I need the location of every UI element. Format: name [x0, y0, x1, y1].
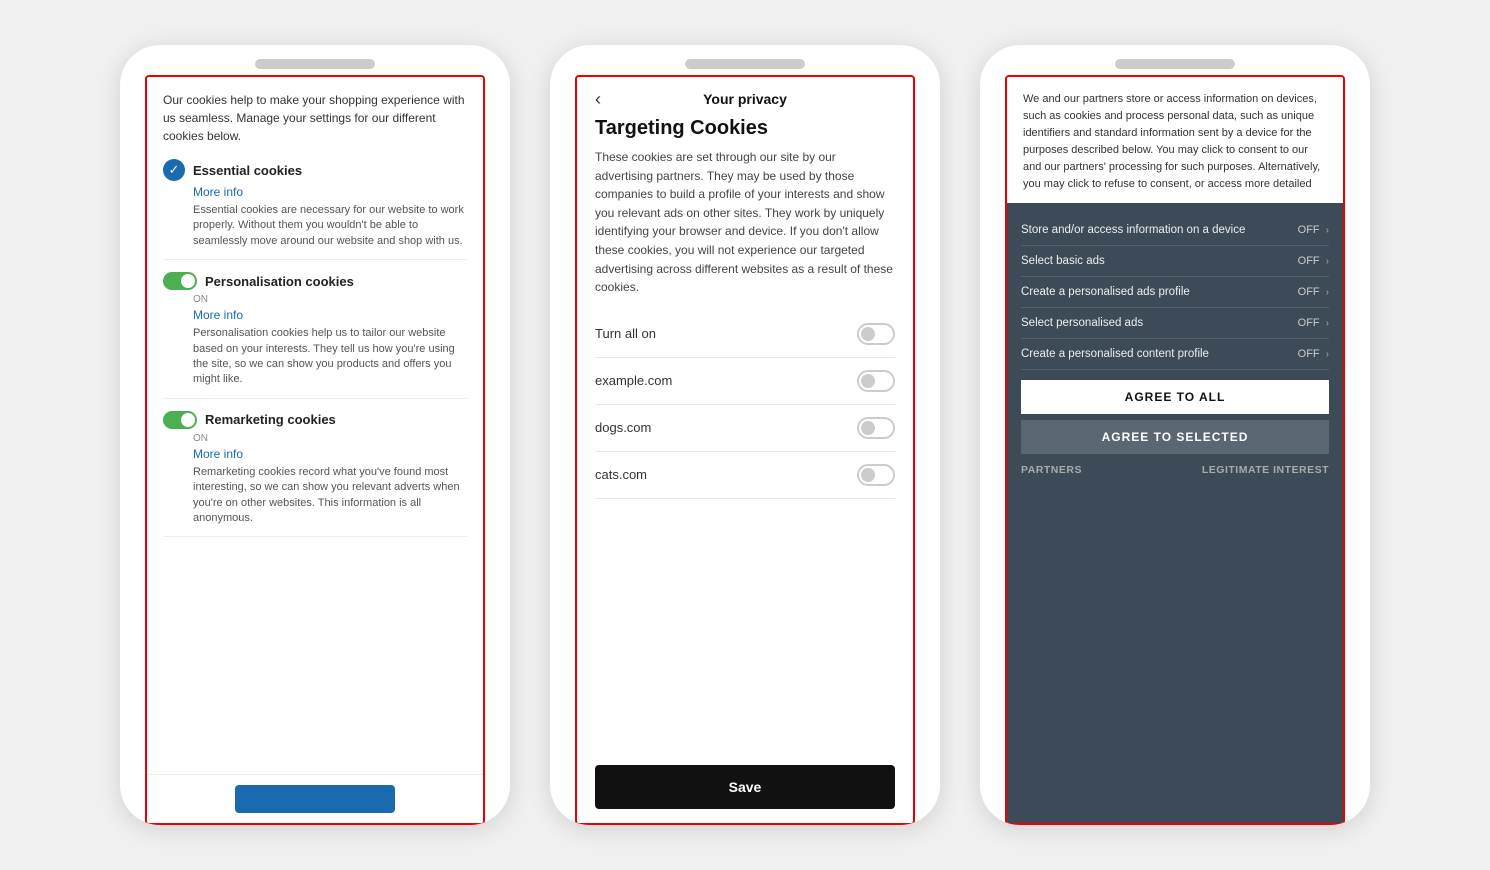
select-basic-ads-label: Select basic ads — [1021, 255, 1105, 267]
example-com-row: example.com — [595, 358, 895, 405]
targeting-cookies-desc: These cookies are set through our site b… — [595, 148, 895, 297]
phone-2: ‹ Your privacy Targeting Cookies These c… — [550, 45, 940, 825]
select-personalised-ads-label: Select personalised ads — [1021, 317, 1143, 329]
phone-notch-3 — [1115, 59, 1235, 69]
turn-all-on-label: Turn all on — [595, 326, 656, 341]
select-basic-ads-chevron-icon[interactable]: › — [1326, 256, 1329, 267]
personalisation-header: Personalisation cookies — [163, 272, 467, 290]
phone2-header: ‹ Your privacy — [595, 91, 895, 107]
select-basic-ads-right: OFF › — [1298, 255, 1329, 267]
store-access-right: OFF › — [1298, 224, 1329, 236]
targeting-cookies-title: Targeting Cookies — [595, 117, 895, 140]
essential-title: Essential cookies — [193, 163, 302, 178]
create-personalised-content-item: Create a personalised content profile OF… — [1021, 339, 1329, 370]
remarketing-more-info[interactable]: More info — [193, 447, 467, 461]
phone-1: Our cookies help to make your shopping e… — [120, 45, 510, 825]
cats-com-toggle[interactable] — [857, 464, 895, 486]
create-personalised-content-label: Create a personalised content profile — [1021, 348, 1209, 360]
cats-com-label: cats.com — [595, 467, 647, 482]
phone-notch-2 — [685, 59, 805, 69]
back-button[interactable]: ‹ — [595, 89, 601, 110]
select-personalised-ads-item: Select personalised ads OFF › — [1021, 308, 1329, 339]
agree-to-selected-button[interactable]: AGREE TO SELECTED — [1021, 420, 1329, 454]
create-personalised-content-chevron-icon[interactable]: › — [1326, 349, 1329, 360]
create-personalised-ads-label: Create a personalised ads profile — [1021, 286, 1190, 298]
personalisation-toggle[interactable] — [163, 272, 197, 290]
store-access-label: Store and/or access information on a dev… — [1021, 224, 1245, 236]
phone2-content: ‹ Your privacy Targeting Cookies These c… — [577, 77, 913, 823]
phone-screen-2: ‹ Your privacy Targeting Cookies These c… — [575, 75, 915, 825]
agree-to-all-button[interactable]: AGREE TO ALL — [1021, 380, 1329, 414]
dogs-com-label: dogs.com — [595, 420, 651, 435]
select-personalised-ads-right: OFF › — [1298, 317, 1329, 329]
create-personalised-ads-right: OFF › — [1298, 286, 1329, 298]
phone-3: We and our partners store or access info… — [980, 45, 1370, 825]
select-basic-ads-status: OFF — [1298, 255, 1320, 267]
phone3-intro-text: We and our partners store or access info… — [1023, 91, 1327, 193]
store-access-item: Store and/or access information on a dev… — [1021, 215, 1329, 246]
targeting-cookies-rows: Turn all on example.com dogs.com cats.co… — [595, 311, 895, 751]
phone-screen-3: We and our partners store or access info… — [1005, 75, 1345, 825]
dogs-com-toggle[interactable] — [857, 417, 895, 439]
save-button[interactable]: Save — [595, 765, 895, 809]
turn-all-on-toggle[interactable] — [857, 323, 895, 345]
example-com-toggle[interactable] — [857, 370, 895, 392]
select-personalised-ads-chevron-icon[interactable]: › — [1326, 318, 1329, 329]
cats-com-row: cats.com — [595, 452, 895, 499]
phone1-footer — [147, 774, 483, 823]
store-access-status: OFF — [1298, 224, 1320, 236]
essential-more-info[interactable]: More info — [193, 185, 467, 199]
phone-screen-1: Our cookies help to make your shopping e… — [145, 75, 485, 825]
essential-cookies-section: ✓ Essential cookies More info Essential … — [163, 159, 467, 260]
example-com-label: example.com — [595, 373, 672, 388]
personalisation-title: Personalisation cookies — [205, 274, 354, 289]
personalisation-on-label: ON — [193, 294, 467, 305]
store-access-chevron-icon[interactable]: › — [1326, 225, 1329, 236]
remarketing-cookies-section: Remarketing cookies ON More info Remarke… — [163, 411, 467, 538]
phone3-top: We and our partners store or access info… — [1007, 77, 1343, 203]
create-personalised-ads-item: Create a personalised ads profile OFF › — [1021, 277, 1329, 308]
dogs-com-row: dogs.com — [595, 405, 895, 452]
phone1-content: Our cookies help to make your shopping e… — [147, 77, 483, 774]
remarketing-on-label: ON — [193, 433, 467, 444]
phone3-dark-section: Store and/or access information on a dev… — [1007, 203, 1343, 823]
remarketing-header: Remarketing cookies — [163, 411, 467, 429]
create-personalised-content-right: OFF › — [1298, 348, 1329, 360]
essential-desc: Essential cookies are necessary for our … — [193, 203, 467, 249]
remarketing-desc: Remarketing cookies record what you've f… — [193, 465, 467, 527]
essential-check-icon: ✓ — [163, 159, 185, 181]
legitimate-interest-label: LEGITIMATE INTEREST — [1202, 464, 1329, 476]
partners-label: PARTNERS — [1021, 464, 1082, 476]
select-personalised-ads-status: OFF — [1298, 317, 1320, 329]
create-personalised-ads-status: OFF — [1298, 286, 1320, 298]
phone3-content: We and our partners store or access info… — [1007, 77, 1343, 823]
turn-all-on-row: Turn all on — [595, 311, 895, 358]
phone3-footer: PARTNERS LEGITIMATE INTEREST — [1021, 460, 1329, 476]
phone-notch-1 — [255, 59, 375, 69]
essential-header: ✓ Essential cookies — [163, 159, 467, 181]
phone1-footer-button[interactable] — [235, 785, 395, 813]
create-personalised-content-status: OFF — [1298, 348, 1320, 360]
phone2-header-title: Your privacy — [703, 91, 787, 107]
create-personalised-ads-chevron-icon[interactable]: › — [1326, 287, 1329, 298]
phone1-intro: Our cookies help to make your shopping e… — [163, 91, 467, 145]
personalisation-desc: Personalisation cookies help us to tailo… — [193, 326, 467, 388]
personalisation-cookies-section: Personalisation cookies ON More info Per… — [163, 272, 467, 399]
remarketing-title: Remarketing cookies — [205, 412, 336, 427]
personalisation-more-info[interactable]: More info — [193, 308, 467, 322]
select-basic-ads-item: Select basic ads OFF › — [1021, 246, 1329, 277]
remarketing-toggle[interactable] — [163, 411, 197, 429]
